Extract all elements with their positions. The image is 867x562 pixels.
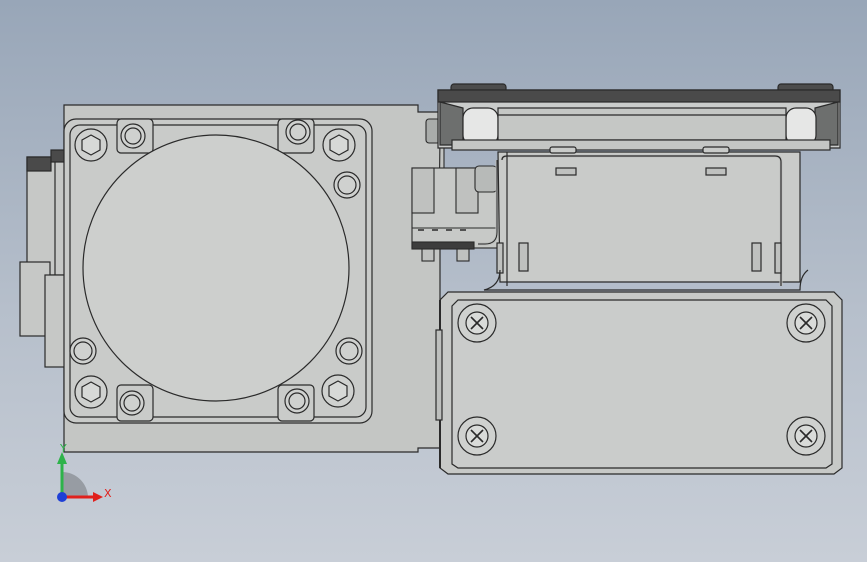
carriage-tab-top-1 (549, 146, 577, 154)
sensor-slot-left (411, 167, 435, 214)
sensor-bottom-strip (411, 241, 475, 250)
motor-assembly (19, 104, 441, 453)
slider-assembly (435, 83, 843, 475)
x-axis-label: X (104, 487, 112, 500)
mount-plate-inner (451, 299, 833, 469)
side-connector-dark-cap (26, 156, 52, 172)
y-axis-label: Y (59, 442, 67, 455)
z-axis-dot (57, 492, 67, 502)
sensor-cable-clip (474, 165, 498, 193)
carriage-tab-top-2 (702, 146, 730, 154)
rail-dark-top (437, 89, 841, 103)
sensor-pin-right (456, 248, 470, 262)
carriage-side-slot-2 (751, 242, 762, 272)
rail-inner (497, 107, 787, 141)
motor-body-circle (82, 134, 350, 402)
cad-viewport[interactable]: Y X (0, 0, 867, 562)
side-connector-block (26, 156, 68, 276)
rail-right-chamfer (814, 101, 839, 146)
mount-plate-side-notch-l (435, 329, 443, 421)
rail-lower-strip (451, 139, 831, 151)
triad-rotation-arc (62, 472, 88, 497)
carriage-slot-1 (555, 167, 577, 176)
carriage-slot-2 (705, 167, 727, 176)
rail-left-chamfer (439, 101, 464, 146)
x-axis-arrow (93, 492, 103, 502)
carriage-edge-slot-r (774, 242, 782, 274)
carriage-edge-slot-l (496, 242, 504, 274)
cad-drawing: Y X (19, 83, 843, 502)
sensor-pin-left (421, 248, 435, 262)
carriage-side-slot-1 (518, 242, 529, 272)
